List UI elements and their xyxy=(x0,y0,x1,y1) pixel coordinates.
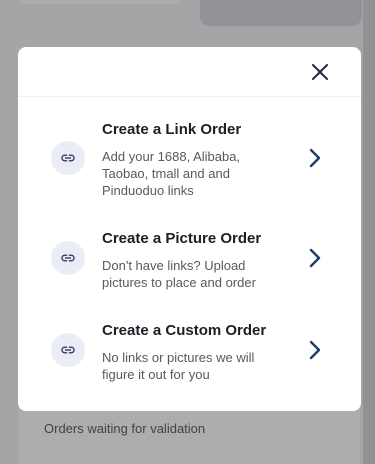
chevron-right-icon xyxy=(308,148,322,168)
option-description: No links or pictures we will figure it o… xyxy=(102,350,255,382)
option-picture-order[interactable]: Create a Picture Order Don't have links?… xyxy=(18,227,361,307)
option-title: Create a Link Order xyxy=(102,121,242,138)
create-order-modal: Create a Link Order Add your 1688, Aliba… xyxy=(18,47,361,411)
option-description: Don't have links? Upload pictures to pla… xyxy=(102,258,256,290)
close-icon[interactable] xyxy=(311,63,329,81)
option-description: Add your 1688, Alibaba, Taobao, tmall an… xyxy=(102,149,241,198)
chevron-right-icon xyxy=(308,340,322,360)
link-icon xyxy=(51,333,85,367)
option-custom-order[interactable]: Create a Custom Order No links or pictur… xyxy=(18,319,361,399)
chevron-right-icon xyxy=(308,248,322,268)
option-title: Create a Custom Order xyxy=(102,322,267,339)
link-icon xyxy=(51,241,85,275)
option-link-order[interactable]: Create a Link Order Add your 1688, Aliba… xyxy=(18,117,361,198)
link-icon xyxy=(51,141,85,175)
option-title: Create a Picture Order xyxy=(102,230,262,247)
modal-header xyxy=(18,47,361,97)
